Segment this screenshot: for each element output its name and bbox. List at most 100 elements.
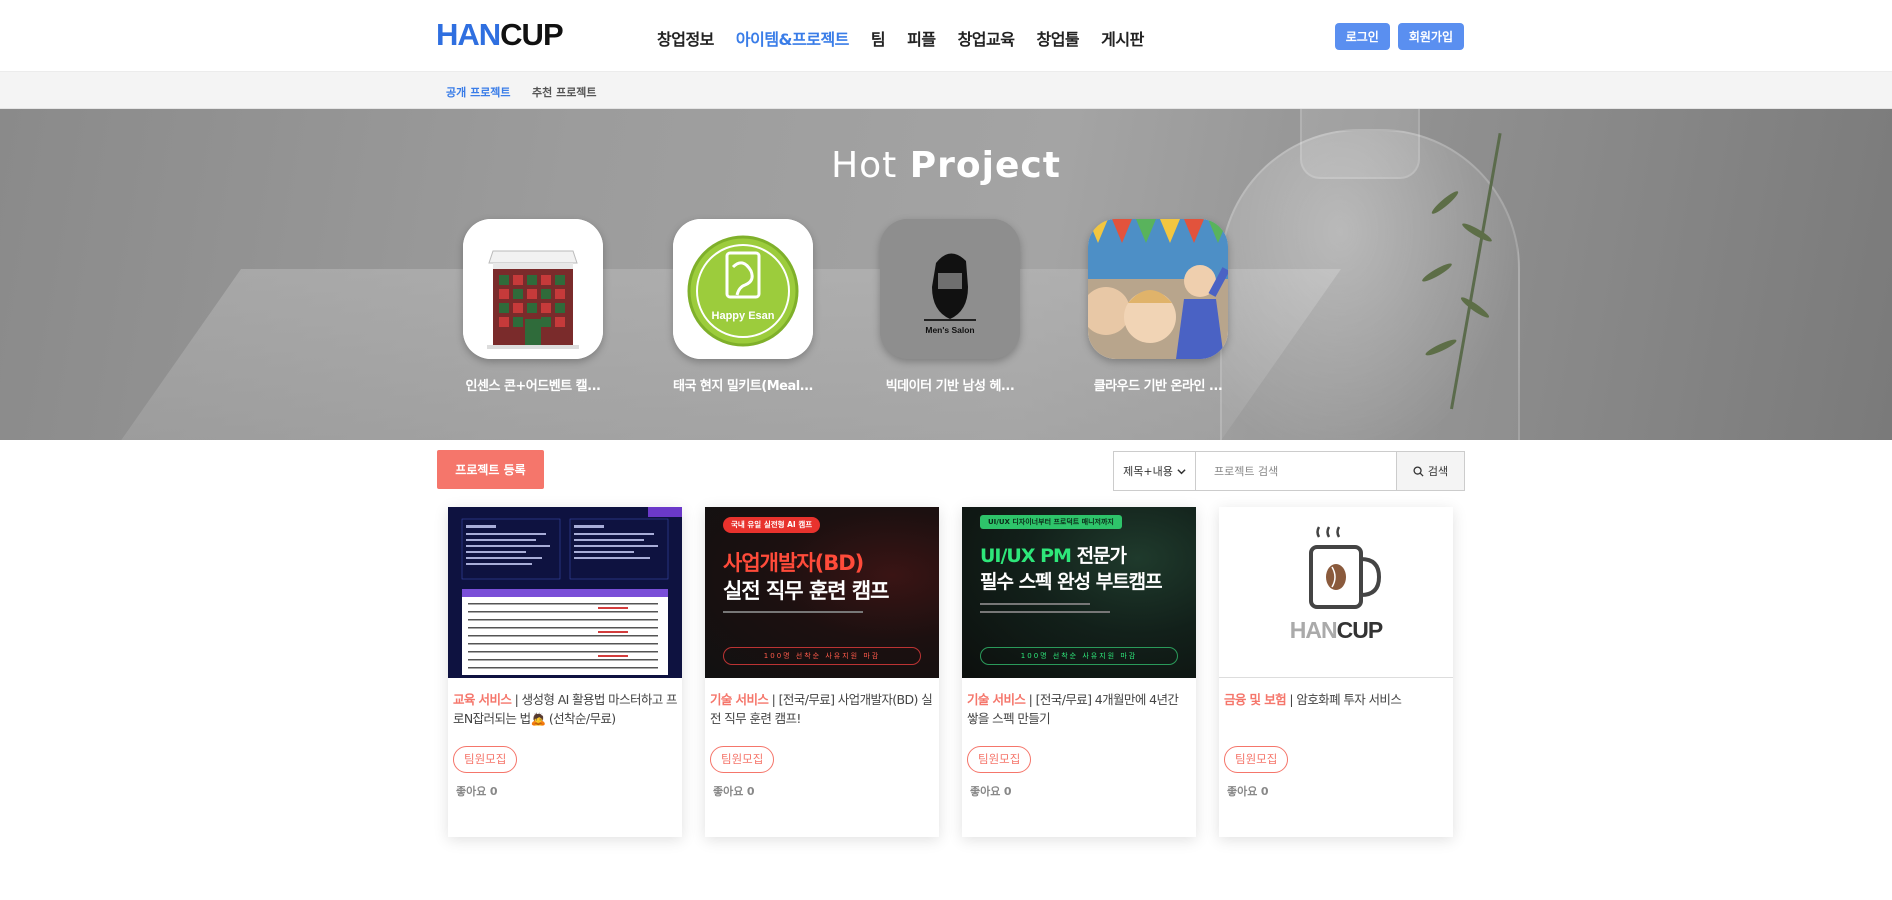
project-category: 교육 서비스 — [453, 692, 512, 707]
likes-value: 0 — [1003, 785, 1012, 798]
image-headline-1: UI/UX PM 전문가 — [980, 541, 1127, 568]
nav-people[interactable]: 피플 — [907, 26, 936, 50]
project-card[interactable]: UI/UX 디자이너부터 프로덕트 매니저까지 UI/UX PM 전문가 필수 … — [962, 507, 1196, 837]
subnav-public-projects[interactable]: 공개 프로젝트 — [446, 84, 511, 100]
nav-startup-education[interactable]: 창업교육 — [958, 26, 1015, 50]
likes-label: 좋아요 — [456, 785, 487, 798]
project-category: 기술 서비스 — [710, 692, 769, 707]
main-nav: 창업정보 아이템&프로젝트 팀 피플 창업교육 창업툴 게시판 — [657, 26, 1144, 50]
project-card[interactable]: 국내 유일 실전형 AI 캠프 사업개발자(BD) 실전 직무 훈련 캠프 10… — [705, 507, 939, 837]
subnav-recommended-projects[interactable]: 추천 프로젝트 — [532, 84, 597, 100]
likes-label: 좋아요 — [1227, 785, 1258, 798]
project-card-title: 기술 서비스 | [전국/무료] 4개월만에 4년간 쌓을 스펙 만들기 — [967, 692, 1179, 726]
likes-value: 0 — [1260, 785, 1269, 798]
project-card-body: 금융 및 보험 | 암호화폐 투자 서비스 팀원모집 좋아요 0 — [1219, 678, 1453, 799]
chevron-down-icon — [1177, 468, 1186, 474]
hancup-image-logo-cup: CUP — [1336, 617, 1384, 643]
hot-project-title: Hot Project — [0, 145, 1892, 186]
project-card-body: 교육 서비스 | 생성형 AI 활용법 마스터하고 프로N잡러되는 법🙇 (선착… — [448, 678, 682, 799]
search-field-select[interactable]: 제목+내용 — [1114, 452, 1196, 490]
project-card[interactable]: 교육 서비스 | 생성형 AI 활용법 마스터하고 프로N잡러되는 법🙇 (선착… — [448, 507, 682, 837]
project-search-bar: 제목+내용 검색 — [1113, 451, 1465, 491]
project-card-image: HANCUP — [1219, 507, 1453, 678]
hot-project-name: 인센스 콘+어드벤트 캘... — [465, 379, 601, 394]
image-footer-pill: 100명 선착순 사유지원 마감 — [980, 647, 1178, 665]
likes-value: 0 — [746, 785, 755, 798]
mens-salon-logo-icon: Men's Salon — [880, 219, 1020, 359]
likes-label: 좋아요 — [713, 785, 744, 798]
image-headline-1a: UI/UX PM — [980, 545, 1077, 567]
hot-title-bold: Project — [909, 145, 1061, 186]
hot-project-name: 클라우드 기반 온라인 ... — [1093, 379, 1223, 394]
hancup-placeholder-image: HANCUP — [1219, 507, 1453, 678]
likes-count: 좋아요 0 — [970, 783, 1191, 799]
likes-count: 좋아요 0 — [713, 783, 934, 799]
image-subtext-line — [980, 603, 1090, 605]
image-subtext-line — [723, 611, 863, 613]
image-headline-1b: 전문가 — [1076, 545, 1127, 567]
birthday-kids-photo-icon — [1088, 219, 1228, 359]
project-card-image: UI/UX 디자이너부터 프로덕트 매니저까지 UI/UX PM 전문가 필수 … — [962, 507, 1196, 678]
hancup-image-logo-han: HAN — [1289, 617, 1338, 643]
coffee-cup-icon — [1309, 526, 1382, 609]
search-button[interactable]: 검색 — [1396, 452, 1464, 490]
image-badge: 국내 유일 실전형 AI 캠프 — [723, 517, 821, 533]
sub-nav: 공개 프로젝트 추천 프로젝트 — [0, 71, 1892, 109]
project-card-title: 기술 서비스 | [전국/무료] 사업개발자(BD) 실전 직무 훈련 캠프! — [710, 692, 933, 726]
project-search-input[interactable] — [1196, 452, 1396, 490]
recruiting-badge: 팀원모집 — [453, 746, 518, 773]
hot-title-light: Hot — [831, 145, 898, 186]
project-category: 기술 서비스 — [967, 692, 1026, 707]
login-button[interactable]: 로그인 — [1334, 23, 1390, 50]
nav-startup-info[interactable]: 창업정보 — [657, 26, 714, 50]
hot-project-name: 빅데이터 기반 남성 헤... — [885, 379, 1015, 394]
advent-house-icon — [463, 219, 603, 359]
likes-value: 0 — [489, 785, 498, 798]
logo-cup-text: CUP — [500, 17, 563, 52]
image-headline-2: 실전 직무 훈련 캠프 — [723, 579, 889, 603]
hancup-image-logo: HANCUP — [1219, 617, 1453, 644]
image-badge: UI/UX 디자이너부터 프로덕트 매니저까지 — [980, 515, 1122, 529]
likes-count: 좋아요 0 — [456, 783, 677, 799]
signup-button[interactable]: 회원가입 — [1397, 23, 1464, 50]
project-category: 금융 및 보험 — [1224, 692, 1287, 707]
recruiting-badge: 팀원모집 — [1224, 746, 1289, 773]
search-button-label: 검색 — [1427, 465, 1449, 478]
likes-label: 좋아요 — [970, 785, 1001, 798]
project-card-image: 국내 유일 실전형 AI 캠프 사업개발자(BD) 실전 직무 훈련 캠프 10… — [705, 507, 939, 678]
hot-project-item[interactable]: Men's Salon 빅데이터 기반 남성 헤... — [860, 219, 1040, 394]
register-project-button[interactable]: 프로젝트 등록 — [437, 450, 544, 489]
project-card-title: 교육 서비스 | 생성형 AI 활용법 마스터하고 프로N잡러되는 법🙇 (선착… — [453, 692, 677, 726]
hot-project-item[interactable]: 클라우드 기반 온라인 ... — [1068, 219, 1248, 394]
image-subtext-line — [980, 611, 1110, 613]
nav-team[interactable]: 팀 — [871, 26, 886, 50]
recruiting-badge: 팀원모집 — [710, 746, 775, 773]
project-card-title: 금융 및 보험 | 암호화폐 투자 서비스 — [1224, 692, 1402, 707]
hot-project-item[interactable]: Happy Esan 태국 현지 밀키트(Meal... — [653, 219, 833, 394]
site-logo[interactable]: HAN CUP — [436, 17, 564, 52]
recruiting-badge: 팀원모집 — [967, 746, 1032, 773]
project-card[interactable]: HANCUP 금융 및 보험 | 암호화폐 투자 서비스 팀원모집 좋아요 0 — [1219, 507, 1453, 837]
auth-buttons: 로그인 회원가입 — [1334, 23, 1464, 50]
project-card-body: 기술 서비스 | [전국/무료] 4개월만에 4년간 쌓을 스펙 만들기 팀원모… — [962, 678, 1196, 799]
nav-startup-tools[interactable]: 창업툴 — [1036, 26, 1079, 50]
hot-project-name: 태국 현지 밀키트(Meal... — [672, 379, 814, 394]
logo-han-text: HAN — [436, 17, 501, 52]
site-header: HAN CUP 창업정보 아이템&프로젝트 팀 피플 창업교육 창업툴 게시판 로… — [0, 0, 1892, 71]
nav-board[interactable]: 게시판 — [1101, 26, 1144, 50]
hot-project-banner: Hot Project 인센스 콘+어드벤트 캘... Happy Esan 태… — [0, 109, 1892, 440]
nav-items-projects[interactable]: 아이템&프로젝트 — [736, 26, 850, 50]
mens-salon-logo-text: Men's Salon — [925, 325, 974, 335]
likes-count: 좋아요 0 — [1227, 783, 1448, 799]
image-headline-1: 사업개발자(BD) — [723, 551, 864, 575]
hot-project-item[interactable]: 인센스 콘+어드벤트 캘... — [443, 219, 623, 394]
happy-esan-logo-icon: Happy Esan — [673, 219, 813, 359]
project-card-image — [448, 507, 682, 678]
image-footer-pill: 100명 선착순 사유지원 마감 — [723, 647, 921, 665]
project-title-text: 암호화폐 투자 서비스 — [1296, 692, 1402, 707]
search-icon — [1413, 465, 1424, 477]
search-field-select-value: 제목+내용 — [1123, 465, 1173, 478]
project-card-body: 기술 서비스 | [전국/무료] 사업개발자(BD) 실전 직무 훈련 캠프! … — [705, 678, 939, 799]
happy-esan-logo-text: Happy Esan — [712, 310, 775, 322]
image-headline-2: 필수 스펙 완성 부트캠프 — [980, 571, 1163, 593]
